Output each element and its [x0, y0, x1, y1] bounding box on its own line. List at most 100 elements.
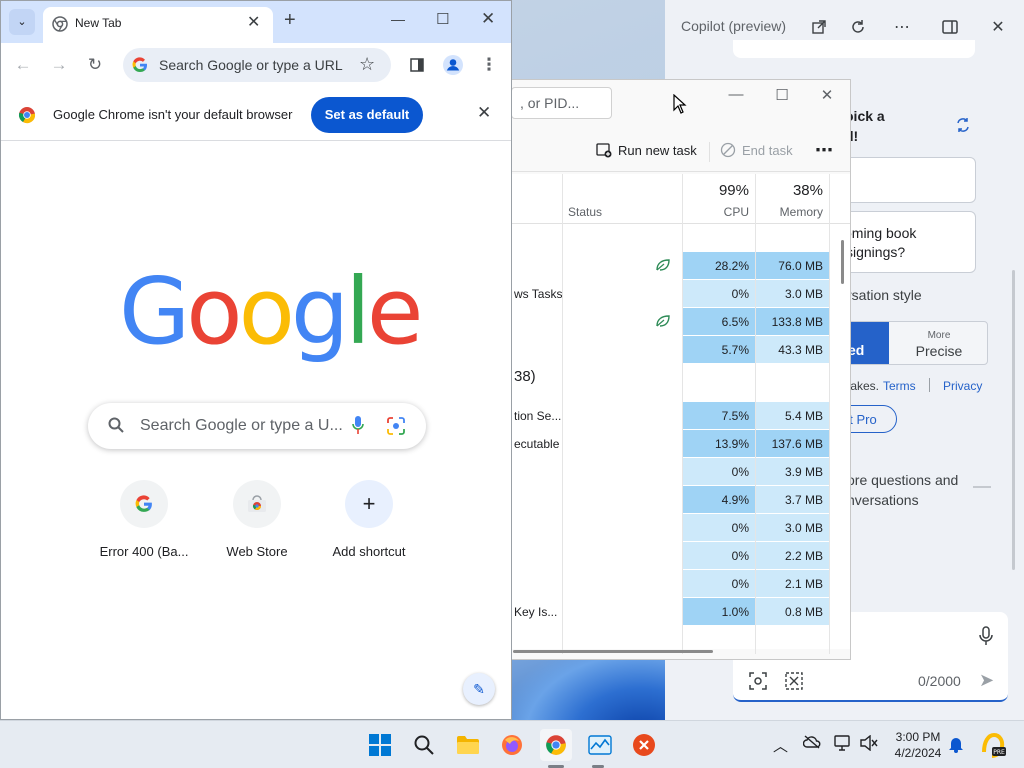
chrome-menu-icon[interactable]: ⋮ — [477, 53, 501, 77]
open-external-icon[interactable] — [806, 14, 832, 40]
suggestion-card-2[interactable]: oming book signings? — [831, 211, 976, 273]
copilot-taskbar-icon[interactable]: PRE — [980, 732, 1006, 762]
chrome-window: ⌄ New Tab ✕ + — ☐ ✕ ← → ↻ Search Google … — [0, 0, 512, 720]
taskbar: ︿ 3:00 PM 4/2/2024 PRE — [0, 720, 1024, 768]
screenshot-icon[interactable] — [749, 672, 767, 693]
close-icon[interactable]: ✕ — [985, 14, 1011, 40]
search-icon[interactable] — [408, 729, 440, 761]
omnibox[interactable]: Search Google or type a URL ☆ — [123, 48, 391, 82]
tab-new-tab[interactable]: New Tab ✕ — [43, 7, 273, 43]
minimize-icon[interactable]: — — [391, 11, 405, 27]
close-icon[interactable]: ✕ — [812, 86, 842, 104]
task-manager-search[interactable]: , or PID... — [511, 87, 612, 119]
network-icon[interactable] — [834, 735, 852, 755]
mistakes-text: takes. — [847, 379, 880, 393]
reload-icon[interactable]: ↻ — [83, 53, 107, 77]
default-browser-infobar: Google Chrome isn't your default browser… — [1, 89, 511, 141]
image-search-icon[interactable] — [387, 417, 405, 438]
minimize-icon[interactable]: — — [721, 86, 751, 104]
new-tab-icon[interactable]: + — [284, 9, 296, 32]
status-column-header[interactable]: Status — [568, 205, 602, 219]
cpu-cell: 0% — [683, 542, 755, 569]
task-manager-window: , or PID... — ☐ ✕ Run new task End task … — [510, 79, 851, 660]
microphone-icon[interactable] — [979, 626, 993, 649]
memory-cell: 76.0 MB — [756, 252, 829, 279]
firefox-icon[interactable] — [496, 729, 528, 761]
notification-bell-icon[interactable] — [948, 735, 964, 757]
swap-icon[interactable] — [950, 112, 976, 138]
logo-letter: g — [290, 258, 349, 365]
cpu-cell: 1.0% — [683, 598, 755, 625]
memory-cell: 43.3 MB — [756, 336, 829, 363]
style-precise-option[interactable]: More Precise — [889, 322, 987, 364]
logo-letter: G — [119, 258, 190, 365]
terms-link[interactable]: Terms — [883, 376, 916, 396]
send-icon[interactable]: ➤ — [979, 670, 994, 691]
shortcut-tile[interactable]: Error 400 (Ba... — [88, 480, 200, 559]
google-g-icon — [132, 57, 148, 76]
refresh-icon[interactable] — [845, 14, 871, 40]
search-placeholder: , or PID... — [520, 95, 580, 111]
more-options-icon[interactable]: ⋯ — [815, 140, 833, 161]
run-new-task-button[interactable]: Run new task — [596, 142, 697, 158]
maximize-icon[interactable]: ☐ — [767, 86, 797, 104]
char-counter: 0/2000 — [918, 673, 961, 689]
svg-text:PRE: PRE — [993, 749, 1005, 756]
memory-column-header[interactable]: Memory — [773, 205, 823, 219]
cloud-offline-icon[interactable] — [802, 735, 821, 753]
memory-cell: 0.8 MB — [756, 598, 829, 625]
side-panel-icon[interactable] — [405, 53, 429, 77]
tab-search-icon[interactable]: ⌄ — [9, 9, 35, 35]
suggestion-card-1[interactable] — [831, 157, 976, 203]
end-task-button[interactable]: End task — [720, 142, 793, 158]
maximize-icon[interactable]: ☐ — [436, 10, 449, 28]
snip-icon[interactable] — [785, 672, 803, 693]
column-divider — [682, 174, 683, 654]
more-questions-text-1: ore questions and — [847, 472, 959, 488]
voice-search-icon[interactable] — [352, 416, 364, 438]
sidebar-toggle-icon[interactable] — [937, 14, 963, 40]
more-options-icon[interactable]: ⋯ — [889, 14, 915, 40]
plus-icon: + — [345, 480, 393, 528]
style-balanced-option[interactable]: ed — [848, 322, 889, 364]
app-close-icon[interactable] — [628, 729, 660, 761]
infobar-close-icon[interactable]: ✕ — [477, 103, 491, 123]
vertical-scrollbar[interactable] — [841, 240, 844, 284]
start-button[interactable] — [364, 729, 396, 761]
chevron-up-icon[interactable]: ︿ — [773, 735, 788, 756]
cpu-cell: 0% — [683, 570, 755, 597]
run-new-task-label: Run new task — [618, 142, 697, 158]
system-clock[interactable]: 3:00 PM 4/2/2024 — [893, 729, 943, 761]
cpu-column-header[interactable]: CPU — [701, 205, 749, 219]
memory-cell: 2.1 MB — [756, 570, 829, 597]
chrome-logo-icon — [18, 106, 36, 127]
back-icon[interactable]: ← — [11, 53, 35, 77]
privacy-link[interactable]: Privacy — [943, 376, 982, 396]
customize-chrome-button[interactable]: ✎ — [463, 673, 495, 705]
profile-avatar-icon[interactable] — [441, 53, 465, 77]
horizontal-scrollbar[interactable] — [513, 650, 713, 653]
task-manager-taskbar-icon[interactable] — [584, 729, 616, 761]
forward-icon[interactable]: → — [47, 53, 71, 77]
copilot-card-edge — [733, 40, 975, 58]
tab-close-icon[interactable]: ✕ — [247, 12, 260, 32]
volume-muted-icon[interactable] — [860, 734, 878, 755]
memory-cell: 5.4 MB — [756, 402, 829, 429]
close-icon[interactable]: ✕ — [481, 9, 495, 29]
cpu-cell: 28.2% — [683, 252, 755, 279]
add-shortcut-tile[interactable]: + Add shortcut — [313, 480, 425, 559]
ntp-search-box[interactable]: Search Google or type a U... — [88, 403, 426, 449]
copilot-scrollbar[interactable] — [1012, 270, 1015, 570]
memory-cell: 3.7 MB — [756, 486, 829, 513]
end-task-icon — [720, 142, 736, 158]
style-more-label: More — [927, 330, 951, 341]
file-explorer-icon[interactable] — [452, 729, 484, 761]
shortcut-tile[interactable]: Web Store — [201, 480, 313, 559]
cpu-cell: 0% — [683, 280, 755, 307]
set-as-default-button[interactable]: Set as default — [311, 97, 423, 133]
column-divider — [755, 174, 756, 654]
clock-date: 4/2/2024 — [894, 746, 942, 760]
bookmark-star-icon[interactable]: ☆ — [359, 54, 375, 75]
chrome-taskbar-icon[interactable] — [540, 729, 572, 761]
style-precise-label: Precise — [915, 343, 963, 359]
